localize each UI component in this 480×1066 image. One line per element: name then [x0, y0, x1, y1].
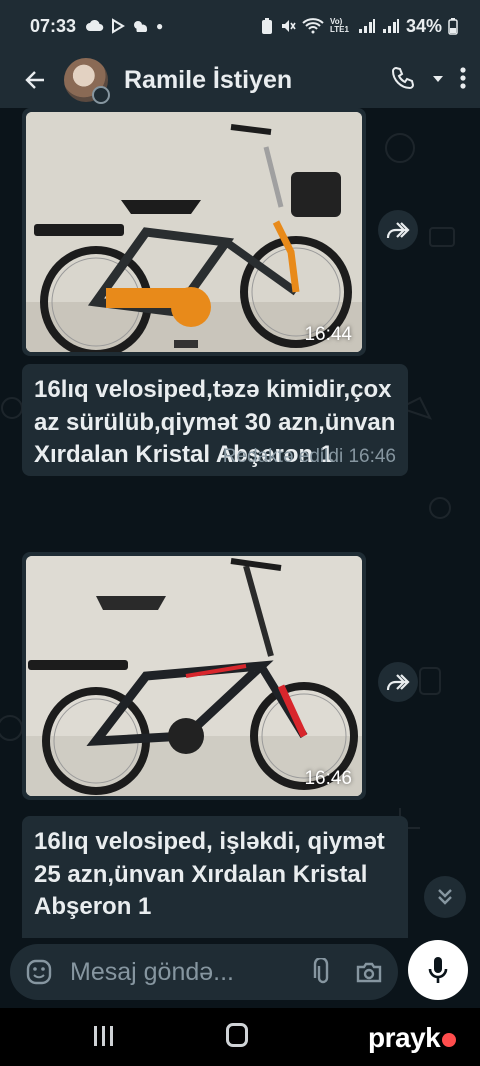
- chat-header: Ramile İstiyen: [0, 52, 480, 108]
- message-composer: [10, 944, 398, 1000]
- back-arrow-icon: [25, 71, 44, 89]
- message-input[interactable]: [70, 957, 296, 987]
- watermark-text: prayk: [368, 1022, 441, 1053]
- cloud-icon: [86, 19, 104, 31]
- recents-button[interactable]: [92, 1026, 114, 1048]
- weather-icon: [134, 21, 148, 32]
- scroll-to-bottom-button[interactable]: [424, 876, 466, 918]
- forward-button[interactable]: [378, 210, 418, 250]
- menu-button[interactable]: [460, 66, 466, 95]
- bicycle-image: [26, 556, 362, 796]
- bicycle-image: [26, 112, 362, 352]
- network-label: Vo) LTE1: [329, 17, 349, 34]
- camera-button[interactable]: [354, 957, 384, 987]
- home-button[interactable]: [226, 1023, 248, 1047]
- text-message[interactable]: 16lıq velosiped,təzə kimidir,çox az sürü…: [22, 364, 408, 476]
- camera-icon: [356, 962, 382, 983]
- wifi-icon: [302, 18, 324, 34]
- signal-2-icon: [382, 19, 399, 33]
- contact-name[interactable]: Ramile İstiyen: [124, 66, 292, 95]
- watermark-logo: prayk: [368, 1022, 457, 1054]
- mic-icon: [428, 957, 448, 983]
- forward-icon: [386, 222, 410, 239]
- notification-icons: ●: [86, 18, 163, 34]
- forward-icon: [386, 674, 410, 691]
- watermark-dot: [442, 1032, 457, 1047]
- phone-icon: [391, 66, 415, 89]
- bike-photo-red[interactable]: 16:46: [26, 556, 362, 796]
- battery-percent: 34%: [405, 15, 442, 36]
- more-vert-icon: [460, 66, 466, 89]
- attach-button[interactable]: [308, 957, 338, 987]
- status-time: 07:33: [30, 15, 77, 36]
- emoji-icon: [26, 959, 52, 985]
- text-message[interactable]: 16lıq velosiped, işləkdi, qiymət 25 azn,…: [22, 816, 408, 938]
- bike-photo-orange[interactable]: 16:44: [26, 112, 362, 352]
- mute-icon: [281, 20, 296, 32]
- emoji-button[interactable]: [24, 957, 54, 987]
- battery-icon: [448, 18, 458, 35]
- system-nav-bar: prayk: [0, 1008, 480, 1066]
- message-text: 16lıq velosiped, işləkdi, qiymət 25 azn,…: [34, 828, 385, 921]
- header-actions: [390, 65, 466, 96]
- double-chevron-down-icon: [438, 889, 452, 905]
- message-time: 16:46: [304, 768, 352, 789]
- attach-icon: [313, 958, 329, 984]
- image-message[interactable]: 16:46: [22, 552, 366, 800]
- status-bar: 07:33 ● Vo) LTE1 34%: [0, 0, 480, 52]
- image-message[interactable]: 16:44: [22, 108, 366, 356]
- voice-message-button[interactable]: [408, 940, 468, 1000]
- signal-icon: [358, 19, 375, 33]
- chat-area[interactable]: 16:44 16lıq velosiped,təzə kimidir,çox a…: [0, 108, 480, 938]
- call-dropdown-button[interactable]: [432, 71, 444, 89]
- avatar[interactable]: [64, 58, 110, 104]
- forward-button[interactable]: [378, 662, 418, 702]
- chevron-down-icon: [433, 76, 443, 82]
- call-button[interactable]: [390, 65, 416, 96]
- battery-saver-icon: [261, 18, 272, 34]
- system-icons: Vo) LTE1 34%: [260, 16, 458, 37]
- play-store-icon: [112, 18, 125, 34]
- avatar-status-icon: [92, 86, 110, 104]
- back-button[interactable]: [18, 63, 52, 97]
- message-time: 16:44: [304, 324, 352, 345]
